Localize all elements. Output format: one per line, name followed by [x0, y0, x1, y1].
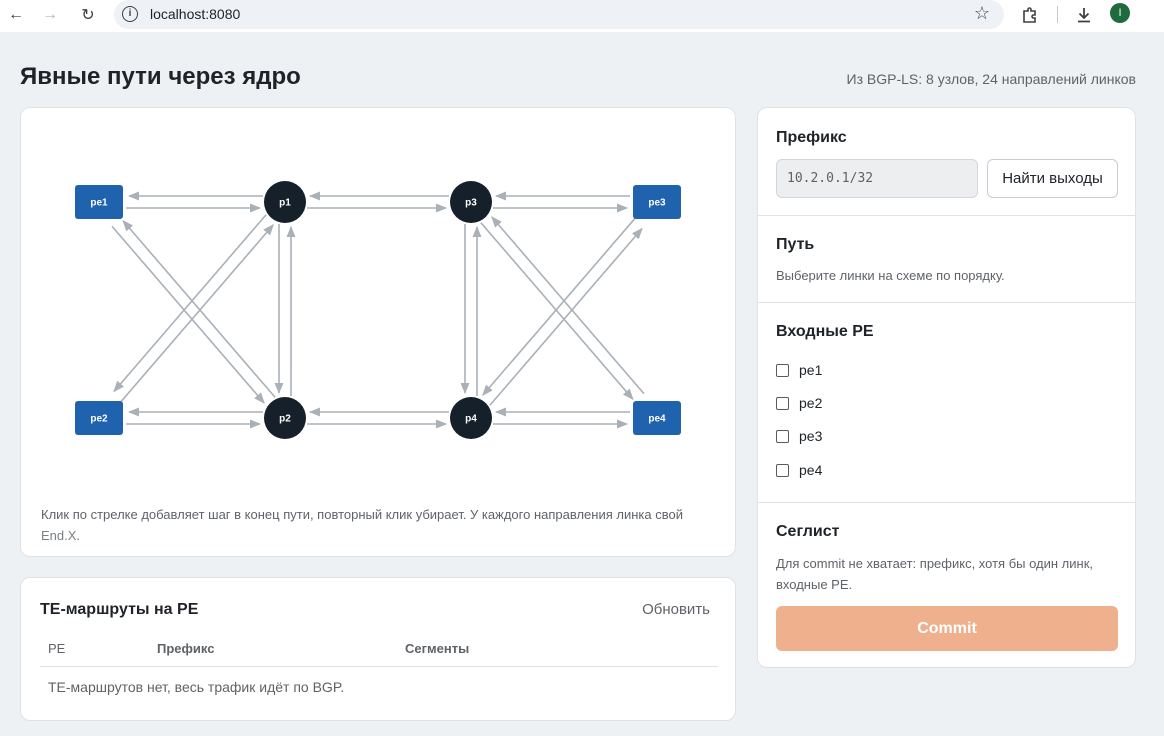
back-icon[interactable]: ← [4, 4, 28, 26]
te-routes-card: TE-маршруты на PE Обновить PE Префикс Се… [20, 577, 736, 721]
table-header-divider [40, 666, 718, 667]
checkbox[interactable] [776, 396, 789, 410]
section-divider [758, 502, 1135, 503]
node-p4[interactable]: p4 [450, 397, 492, 439]
node-p1[interactable]: p1 [264, 181, 306, 223]
section-divider [758, 215, 1135, 216]
extensions-icon[interactable] [1018, 4, 1042, 26]
node-label-pe4: pe4 [648, 414, 666, 425]
topology-card: pe1 p1 p3 pe3 pe2 p2 p4 pe4 Клик по стрелке доб… [20, 107, 736, 557]
pe-checkbox-pe3[interactable]: pe3 [776, 426, 822, 446]
link-pe2-p1[interactable] [120, 224, 274, 402]
node-pe2[interactable]: pe2 [75, 401, 123, 435]
node-label-pe2: pe2 [90, 414, 108, 425]
node-label-p3: p3 [465, 198, 477, 209]
checkbox[interactable] [776, 363, 789, 377]
profile-avatar[interactable]: I [1110, 3, 1130, 23]
column-header-segments: Сегменты [405, 641, 470, 656]
site-info-icon[interactable]: i [122, 6, 138, 22]
path-builder-panel: Префикс Найти выходы Путь Выберите линки… [757, 107, 1136, 668]
column-header-prefix: Префикс [157, 641, 215, 656]
graph-hint-text: Клик по стрелке добавляет шаг в конец пу… [41, 507, 683, 522]
graph-hint-endx: End.X [41, 528, 77, 543]
node-pe3[interactable]: pe3 [633, 185, 681, 219]
browser-toolbar: ← → ↻ i localhost:8080 ☆ I [0, 0, 1164, 32]
link-p4-pe3[interactable] [489, 227, 643, 406]
checkbox-label: pe1 [799, 362, 823, 378]
path-section-title: Путь [776, 236, 815, 253]
topology-graph: pe1 p1 p3 pe3 pe2 p2 p4 pe4 [75, 181, 681, 439]
node-p2[interactable]: p2 [264, 397, 306, 439]
node-label-pe3: pe3 [648, 198, 666, 209]
link-pe1-p2[interactable] [111, 225, 265, 404]
checkbox-label: pe4 [799, 462, 823, 478]
download-icon[interactable] [1072, 4, 1096, 26]
node-label-p4: p4 [465, 414, 477, 425]
graph-hint: Клик по стрелке добавляет шаг в конец пу… [41, 504, 711, 546]
find-exits-button[interactable]: Найти выходы [987, 159, 1118, 198]
te-routes-title: TE-маршруты на PE [40, 601, 199, 618]
node-label-p2: p2 [279, 414, 291, 425]
te-routes-empty: TE-маршрутов нет, весь трафик идёт по BG… [48, 679, 345, 695]
address-bar[interactable]: i localhost:8080 ☆ [114, 0, 1004, 29]
seglist-hint: Для commit не хватает: префикс, хотя бы … [776, 556, 1094, 592]
bookmark-star-icon[interactable]: ☆ [974, 3, 990, 24]
link-p2-pe1[interactable] [122, 219, 276, 398]
toolbar-divider [1057, 6, 1058, 23]
graph-hint-end: . [76, 528, 81, 543]
link-pe4-p3[interactable] [491, 216, 645, 395]
node-pe1[interactable]: pe1 [75, 185, 123, 219]
node-p3[interactable]: p3 [450, 181, 492, 223]
node-pe4[interactable]: pe4 [633, 401, 681, 435]
node-label-p1: p1 [279, 198, 291, 209]
link-pe3-p4[interactable] [482, 218, 636, 396]
forward-icon[interactable]: → [38, 4, 62, 26]
link-p1-pe2[interactable] [113, 214, 267, 393]
address-url[interactable]: localhost:8080 [150, 6, 240, 22]
checkbox[interactable] [776, 463, 789, 477]
prefix-section-title: Префикс [776, 129, 847, 146]
topology-summary: Из BGP-LS: 8 узлов, 24 направлений линко… [846, 71, 1136, 87]
pe-checkbox-pe4[interactable]: pe4 [776, 460, 822, 480]
link-p3-pe4[interactable] [480, 222, 634, 401]
seglist-section-title: Сеглист [776, 523, 840, 540]
checkbox[interactable] [776, 429, 789, 443]
page-title: Явные пути через ядро [20, 63, 301, 90]
pe-checkbox-pe1[interactable]: pe1 [776, 360, 822, 380]
prefix-input[interactable] [776, 159, 978, 198]
commit-button[interactable]: Commit [776, 606, 1118, 651]
reload-icon[interactable]: ↻ [76, 4, 100, 26]
path-hint: Выберите линки на схеме по порядку. [776, 268, 1005, 283]
node-label-pe1: pe1 [90, 198, 108, 209]
checkbox-label: pe2 [799, 395, 823, 411]
checkbox-label: pe3 [799, 428, 823, 444]
ingress-pe-section-title: Входные PE [776, 323, 874, 340]
pe-checkbox-pe2[interactable]: pe2 [776, 393, 822, 413]
refresh-button[interactable]: Обновить [642, 601, 710, 618]
section-divider [758, 302, 1135, 303]
column-header-pe: PE [48, 641, 66, 656]
